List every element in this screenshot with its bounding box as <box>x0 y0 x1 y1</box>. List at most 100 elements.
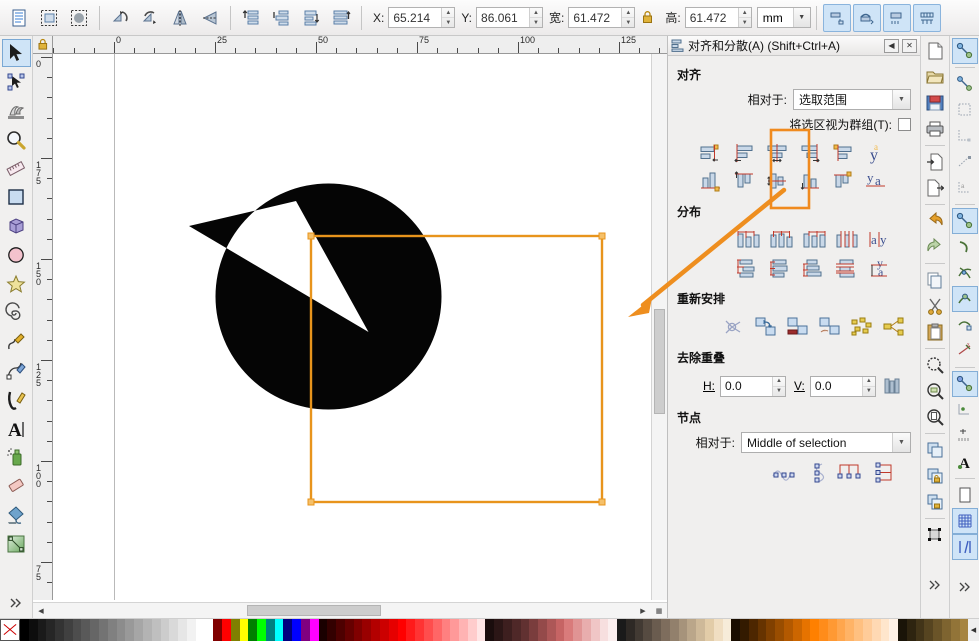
palette-swatch[interactable] <box>476 619 486 641</box>
palette-swatch[interactable] <box>634 619 644 641</box>
center-on-vertical-axis-button[interactable] <box>761 139 794 167</box>
palette-swatch[interactable] <box>643 619 653 641</box>
artwork[interactable] <box>53 54 650 600</box>
align-left-edges-button[interactable] <box>728 139 761 167</box>
palette-swatch[interactable] <box>441 619 451 641</box>
palette-swatch[interactable] <box>801 619 811 641</box>
nodes-relative-select[interactable]: Middle of selection ▼ <box>741 432 911 453</box>
palette-swatch[interactable] <box>371 619 381 641</box>
flip-vertical-button[interactable] <box>196 4 224 32</box>
snap-bbox-edge-midpoints-button[interactable] <box>952 149 978 175</box>
y-input[interactable] <box>477 8 530 27</box>
horizontal-scrollbar[interactable]: ◀ ▶ ▦ <box>33 602 667 618</box>
palette-swatch[interactable] <box>889 619 899 641</box>
tweak-tool-button[interactable] <box>2 97 31 125</box>
lower-to-bottom-button[interactable] <box>327 4 355 32</box>
spiral-tool-button[interactable] <box>2 299 31 327</box>
palette-swatch[interactable] <box>906 619 916 641</box>
undo-button[interactable] <box>922 208 948 234</box>
x-input[interactable] <box>389 8 442 27</box>
palette-swatch[interactable] <box>792 619 802 641</box>
lower-button[interactable] <box>297 4 325 32</box>
x-stepper[interactable]: ▲ ▼ <box>441 8 455 27</box>
distribute-text-anchors-horizontally-button[interactable]: ay <box>864 226 897 254</box>
cut-button[interactable] <box>922 293 948 319</box>
open-document-button[interactable] <box>922 64 948 90</box>
snap-others-button[interactable] <box>951 371 978 397</box>
scroll-right-arrow[interactable]: ▶ <box>635 603 651 618</box>
copy-button[interactable] <box>922 267 948 293</box>
align-right-edges-button[interactable] <box>794 139 827 167</box>
snap-enable-button[interactable] <box>951 38 978 64</box>
drawing-page[interactable] <box>53 54 650 600</box>
text-anchor-left-button[interactable]: ay <box>860 139 893 167</box>
affect-gradients-button[interactable] <box>882 3 911 32</box>
no-color-swatch[interactable] <box>0 619 20 641</box>
ruler-corner[interactable] <box>33 36 53 54</box>
palette-swatch[interactable] <box>397 619 407 641</box>
distribute-left-edges-equidistant-button[interactable] <box>732 226 765 254</box>
palette-swatch[interactable] <box>485 619 495 641</box>
paste-button[interactable] <box>922 319 948 345</box>
distribute-bottom-edges-equidistant-button[interactable] <box>798 254 831 282</box>
palette-swatch[interactable] <box>20 619 29 641</box>
snap-grid-button[interactable] <box>951 508 978 534</box>
scroll-left-arrow[interactable]: ◀ <box>33 603 49 618</box>
palette-swatch[interactable] <box>696 619 705 641</box>
overlap-v-input[interactable] <box>810 376 862 396</box>
palette-swatch[interactable] <box>344 619 354 641</box>
vertical-ruler[interactable]: 0 175 150 125 100 75 <box>33 54 53 600</box>
group-button[interactable] <box>922 463 948 489</box>
horizontal-ruler[interactable]: 0 25 50 75 100 125 <box>53 36 667 54</box>
more-tools-button[interactable] <box>2 589 31 617</box>
color-palette[interactable]: ◀ <box>0 618 979 641</box>
palette-swatch[interactable] <box>502 619 512 641</box>
palette-swatch[interactable] <box>678 619 688 641</box>
chevron-down-icon[interactable]: ▼ <box>892 90 910 109</box>
deselect-button[interactable] <box>65 4 93 32</box>
palette-swatch[interactable] <box>213 619 222 641</box>
palette-swatch[interactable] <box>178 619 187 641</box>
palette-swatch[interactable] <box>783 619 793 641</box>
affect-patterns-button[interactable] <box>912 3 941 32</box>
more-commands-button[interactable] <box>922 572 948 598</box>
snap-to-cusp-nodes-button[interactable] <box>951 286 978 312</box>
vertical-scroll-thumb[interactable] <box>654 309 665 414</box>
palette-swatch[interactable] <box>757 619 767 641</box>
overlap-h-field[interactable]: ▲▼ <box>720 375 786 397</box>
randomize-positions-button[interactable] <box>847 313 879 341</box>
align-bottom-edges-button[interactable] <box>794 167 827 195</box>
snap-bounding-box-button[interactable] <box>952 71 978 97</box>
palette-swatch[interactable] <box>933 619 943 641</box>
overlap-v-field[interactable]: ▲▼ <box>809 375 876 397</box>
palette-swatch[interactable] <box>748 619 758 641</box>
black-circle-with-white-triangle[interactable] <box>189 183 442 410</box>
palette-swatch[interactable] <box>125 619 135 641</box>
palette-swatch[interactable] <box>204 619 214 641</box>
palette-swatch[interactable] <box>766 619 776 641</box>
palette-swatch[interactable] <box>582 619 591 641</box>
distribute-nodes-horizontally-button[interactable] <box>835 459 868 487</box>
palette-swatch[interactable] <box>309 619 319 641</box>
palette-swatch[interactable] <box>775 619 784 641</box>
star-tool-button[interactable] <box>2 270 31 298</box>
snap-bbox-corners-button[interactable] <box>952 123 978 149</box>
palette-swatch[interactable] <box>353 619 363 641</box>
overlap-h-input[interactable] <box>721 376 772 396</box>
align-relative-select[interactable]: 选取范围 ▼ <box>793 89 911 110</box>
rotate-90-cw-button[interactable] <box>136 4 164 32</box>
selector-tool-button[interactable] <box>1 39 31 67</box>
distribute-nodes-vertically-button[interactable] <box>868 459 901 487</box>
x-field[interactable]: ▲▼ <box>388 7 456 28</box>
select-all-button[interactable] <box>35 4 63 32</box>
print-document-button[interactable] <box>922 116 948 142</box>
scroll-end-arrow[interactable]: ▦ <box>651 603 667 618</box>
import-button[interactable] <box>922 149 948 175</box>
palette-swatch[interactable] <box>292 619 301 641</box>
palette-swatch[interactable] <box>186 619 196 641</box>
palette-swatch[interactable] <box>151 619 161 641</box>
snap-to-smooth-nodes-button[interactable] <box>952 312 978 338</box>
palette-swatch[interactable] <box>459 619 468 641</box>
palette-swatch[interactable] <box>722 619 732 641</box>
palette-swatch[interactable] <box>669 619 679 641</box>
